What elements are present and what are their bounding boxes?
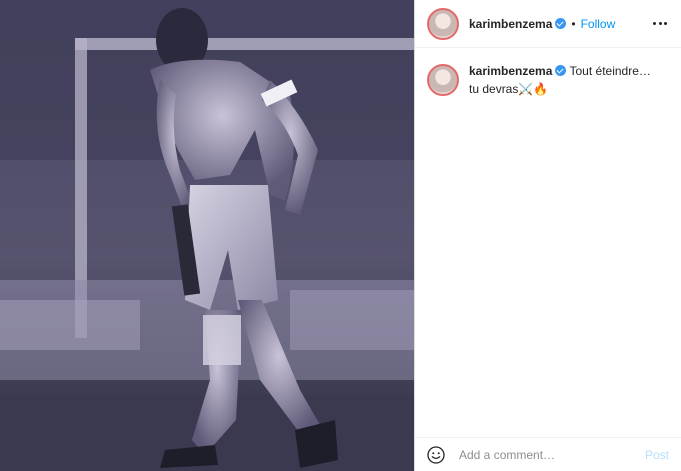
caption-row: karimbenzema Tout éteindre… tu devras⚔️🔥 [415, 48, 681, 98]
caption-author-avatar[interactable] [427, 64, 459, 96]
post-photo[interactable] [0, 0, 414, 471]
caption-text-block: karimbenzema Tout éteindre… tu devras⚔️🔥 [469, 62, 659, 98]
verified-badge-icon [555, 18, 567, 29]
comment-bar: Post [415, 437, 681, 471]
verified-badge-icon [555, 65, 567, 76]
post-dialog: karimbenzema • Follow karimbenzema Tout … [0, 0, 681, 471]
comment-input[interactable] [457, 446, 645, 463]
author-username[interactable]: karimbenzema [469, 17, 552, 31]
post-comment-button[interactable]: Post [645, 448, 669, 462]
post-photo-image [0, 0, 414, 471]
emoji-smiley-icon[interactable] [427, 445, 445, 464]
post-header: karimbenzema • Follow [415, 0, 681, 48]
author-avatar[interactable] [427, 7, 459, 40]
caption-author-username[interactable]: karimbenzema [469, 64, 552, 78]
more-options-icon[interactable] [651, 15, 669, 33]
header-separator: • [571, 16, 576, 31]
post-side-panel: karimbenzema • Follow karimbenzema Tout … [414, 0, 681, 471]
follow-button[interactable]: Follow [581, 17, 616, 31]
